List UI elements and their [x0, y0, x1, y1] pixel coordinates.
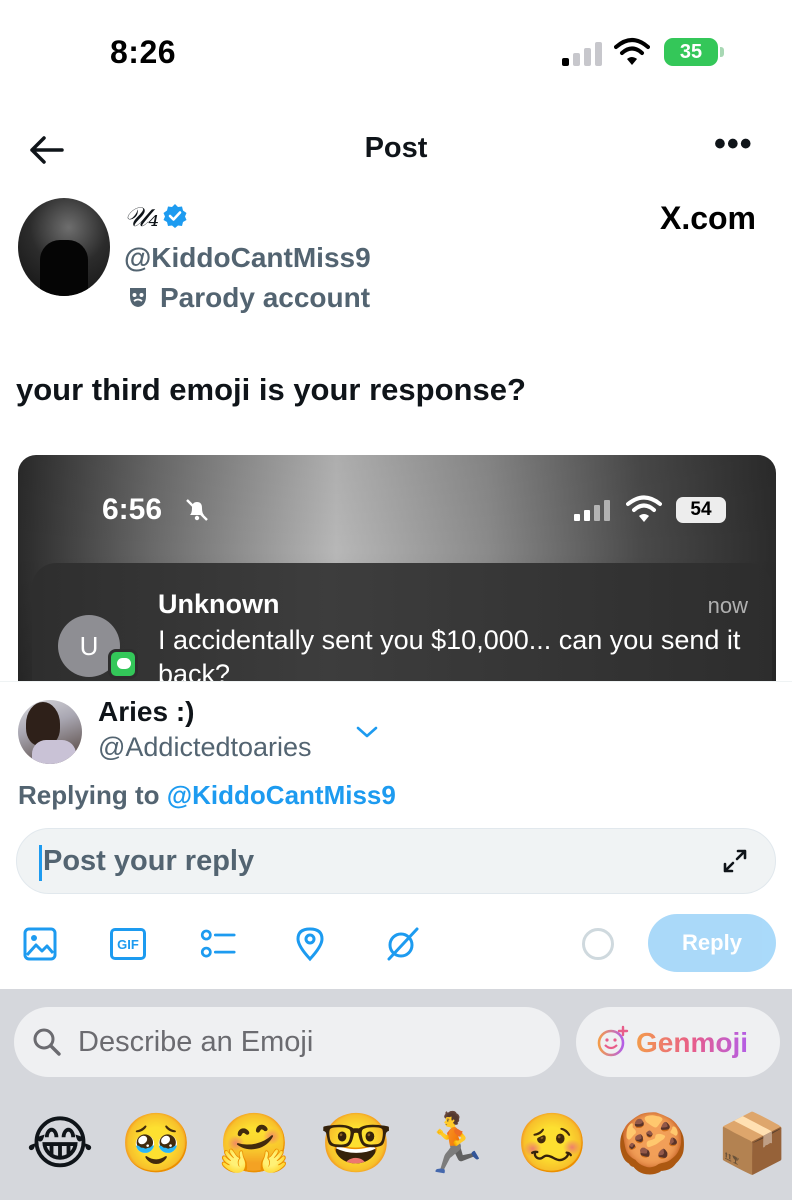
more-horizontal-icon[interactable]: ••• — [714, 127, 754, 162]
genmoji-button[interactable]: Genmoji — [576, 1007, 780, 1077]
notification-title: Unknown — [158, 589, 280, 619]
emoji-hugging-face[interactable]: 🤗 — [218, 1107, 290, 1179]
messages-app-icon — [108, 649, 138, 679]
emoji-cookie[interactable]: 🍪 — [616, 1107, 688, 1179]
character-count-ring — [582, 928, 614, 960]
emoji-search-placeholder: Describe an Emoji — [78, 1026, 314, 1058]
reply-composer: Aries :) @Addictedtoaries Replying to @K… — [0, 681, 792, 989]
post-media-image[interactable]: 6:56 54 U Unknown now I accidentally sen… — [18, 455, 776, 695]
notification-card: U Unknown now I accidentally sent you $1… — [32, 563, 772, 695]
emoji-search-input[interactable]: Describe an Emoji — [14, 1007, 560, 1077]
text-cursor — [39, 845, 42, 881]
emoji-suggestion-row: 😂 🥹 🤗 🤓 🏃 🥴 🍪 📦 — [0, 1107, 792, 1187]
gif-icon[interactable]: GIF — [110, 928, 146, 960]
notification-time: now — [707, 593, 748, 618]
user-handle: @Addictedtoaries — [98, 732, 312, 762]
source-label: X.com — [659, 200, 756, 236]
chevron-down-icon[interactable] — [354, 722, 380, 742]
reply-placeholder: Post your reply — [43, 845, 255, 877]
cellular-signal-icon — [562, 40, 604, 66]
image-icon[interactable] — [22, 926, 58, 962]
replying-mention-link[interactable]: @KiddoCantMiss9 — [167, 780, 396, 810]
grok-icon[interactable] — [384, 926, 420, 962]
reply-button[interactable]: Reply — [648, 914, 776, 972]
author-avatar[interactable] — [18, 198, 110, 296]
author-name[interactable]: 𝒰₄ — [124, 202, 159, 234]
replying-to-label: Replying to @KiddoCantMiss9 — [18, 780, 396, 811]
emoji-package[interactable]: 📦 — [716, 1107, 788, 1179]
mask-icon — [130, 288, 146, 307]
user-avatar[interactable] — [18, 700, 82, 764]
wifi-icon — [614, 38, 650, 65]
media-wifi-icon — [626, 495, 662, 522]
search-icon — [33, 1028, 61, 1056]
genmoji-icon — [597, 1025, 629, 1057]
reply-input[interactable]: Post your reply — [16, 828, 776, 894]
page-title: Post — [364, 132, 428, 164]
emoji-tears-of-joy[interactable]: 😂 — [24, 1107, 96, 1179]
composer-toolbar: GIF Reply — [0, 914, 792, 974]
emoji-keyboard: Describe an Emoji Genmoji 😂 🥹 🤗 🤓 🏃 🥴 🍪 … — [0, 989, 792, 1200]
media-battery-icon: 54 — [676, 497, 726, 523]
emoji-pleading-face[interactable]: 🥹 — [120, 1107, 192, 1179]
emoji-woozy-face[interactable]: 🥴 — [516, 1107, 588, 1179]
expand-icon[interactable] — [721, 847, 749, 875]
replying-prefix: Replying to — [18, 780, 160, 810]
status-time: 8:26 — [110, 34, 177, 70]
emoji-nerd-face[interactable]: 🤓 — [320, 1107, 392, 1179]
emoji-person-running[interactable]: 🏃 — [418, 1107, 490, 1179]
author-handle[interactable]: @KiddoCantMiss9 — [124, 242, 371, 274]
location-pin-icon[interactable] — [292, 926, 328, 962]
bell-slash-icon — [186, 499, 208, 521]
battery-icon: 35 — [664, 38, 724, 66]
post-text: your third emoji is your response? — [16, 372, 526, 407]
verified-badge-icon — [163, 204, 187, 228]
parody-account-label: Parody account — [160, 282, 371, 313]
nav-bar: Post ••• — [0, 118, 792, 182]
user-name: Aries :) — [98, 696, 195, 727]
status-bar: 8:26 35 — [0, 0, 792, 100]
genmoji-label: Genmoji — [636, 1027, 749, 1058]
media-status-time: 6:56 — [102, 493, 163, 526]
media-signal-icon — [574, 499, 612, 521]
poll-icon[interactable] — [200, 926, 236, 962]
